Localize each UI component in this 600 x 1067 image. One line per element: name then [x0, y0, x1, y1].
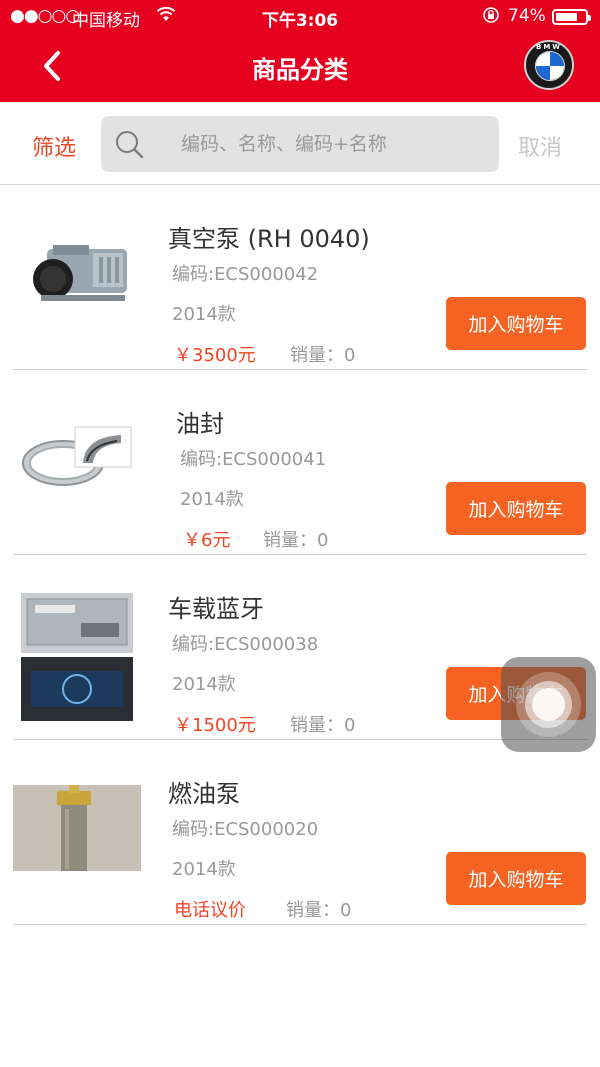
product-price: ￥6元 [183, 530, 231, 551]
search-bar: 筛选 取消 [0, 102, 600, 185]
product-year: 2014款 [180, 489, 244, 510]
product-code: 编码:ECS000041 [180, 449, 327, 470]
product-name: 燃油泵 [168, 780, 240, 808]
add-to-cart-button[interactable]: 加入购物车 [446, 482, 586, 535]
car-bluetooth-image [21, 593, 133, 721]
product-year: 2014款 [172, 304, 236, 325]
product-sales: 销量：0 [263, 530, 329, 551]
fuel-pump-image [13, 785, 141, 871]
search-icon [116, 131, 144, 159]
status-bar: ●●○○○ 中国移动 下午3:06 74% [0, 0, 600, 34]
product-item[interactable]: 燃油泵 编码:ECS000020 2014款 电话议价 销量：0 加入购物车 [13, 740, 587, 925]
oil-seal-image [22, 426, 132, 486]
product-code: 编码:ECS000020 [172, 819, 319, 840]
product-price: 电话议价 [174, 900, 246, 921]
battery-percent: 74% [508, 6, 546, 26]
battery-icon [552, 9, 591, 25]
product-name: 油封 [176, 410, 224, 438]
add-to-cart-button[interactable]: 加入购物车 [446, 852, 586, 905]
page-title: 商品分类 [252, 56, 348, 84]
product-name: 车载蓝牙 [168, 595, 264, 623]
product-price: ￥3500元 [174, 345, 256, 366]
product-sales: 销量：0 [290, 345, 356, 366]
top-bar: ●●○○○ 中国移动 下午3:06 74% 商品分类 BMW [0, 0, 600, 102]
brand-badge-text: BMW [535, 43, 563, 51]
add-to-cart-button[interactable]: 加入购物车 [446, 297, 586, 350]
vacuum-pump-image [33, 245, 127, 301]
product-year: 2014款 [172, 859, 236, 880]
product-code: 编码:ECS000042 [172, 264, 319, 285]
search-input[interactable] [181, 126, 481, 162]
rotation-lock-icon [482, 6, 500, 29]
product-item[interactable]: 油封 编码:ECS000041 2014款 ￥6元 销量：0 加入购物车 [13, 370, 587, 555]
search-box[interactable] [101, 116, 499, 172]
filter-button[interactable]: 筛选 [32, 130, 76, 162]
product-name: 真空泵 (RH 0040) [168, 225, 370, 253]
product-item[interactable]: 真空泵 (RH 0040) 编码:ECS000042 2014款 ￥3500元 … [13, 185, 587, 370]
product-code: 编码:ECS000038 [172, 634, 319, 655]
cancel-button[interactable]: 取消 [518, 130, 562, 162]
product-year: 2014款 [172, 674, 236, 695]
bmw-logo-icon[interactable]: BMW [524, 40, 574, 90]
battery-level [556, 13, 577, 21]
product-sales: 销量：0 [290, 715, 356, 736]
product-list: 真空泵 (RH 0040) 编码:ECS000042 2014款 ￥3500元 … [0, 185, 600, 925]
product-sales: 销量：0 [286, 900, 352, 921]
assistive-touch-button[interactable] [501, 657, 596, 752]
product-price: ￥1500元 [174, 715, 256, 736]
